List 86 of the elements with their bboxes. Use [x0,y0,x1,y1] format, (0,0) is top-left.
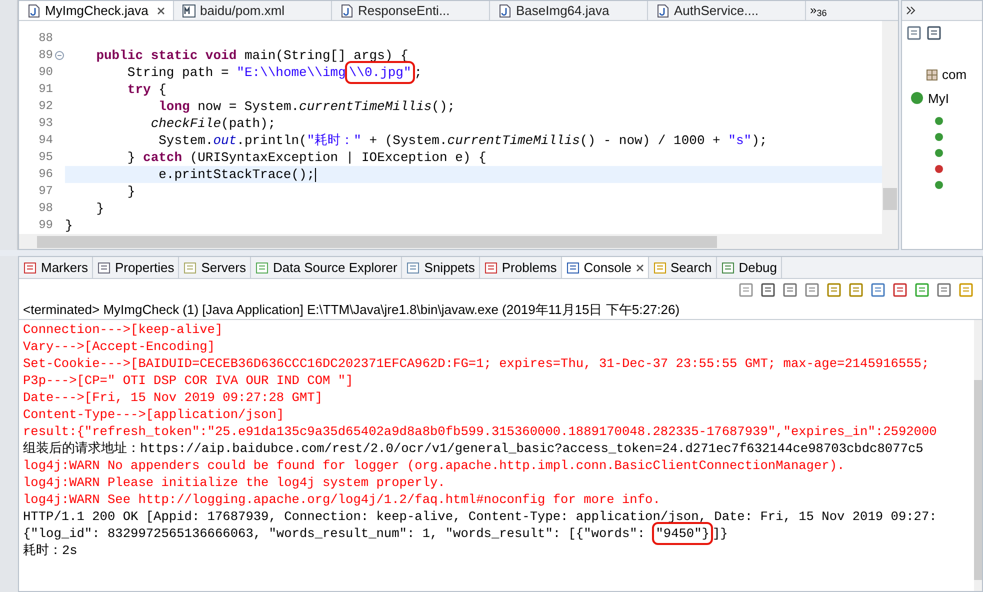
toolbar-icon[interactable] [826,282,842,298]
code-line: try { [126,81,168,98]
code-line: } [65,217,74,234]
console-line: Connection--->[keep-alive] [23,321,224,338]
view-tab[interactable]: Data Source Explorer [251,257,402,278]
code-line: } [126,183,136,200]
view-icon [96,260,111,274]
class-icon [910,91,924,106]
console-line: Vary--->[Accept-Encoding] [23,338,216,355]
console-line: Date--->[Fri, 15 Nov 2019 09:27:28 GMT] [23,389,324,406]
line-number: 97 [38,183,53,200]
line-number: 91 [38,81,53,98]
close-icon[interactable] [636,264,644,272]
toolbar-icon[interactable] [848,282,864,298]
vertical-scrollbar[interactable] [882,21,898,234]
view-tab[interactable]: Markers [19,257,93,278]
view-tab[interactable]: Search [648,257,717,278]
toolbar-icon[interactable] [782,282,798,298]
line-number: 96 [38,166,53,183]
line-number: 88 [38,30,53,47]
console-line: {"log_id": 8329972565136666063, "words_result_num": 1, "words_result": [{"words": "9450"} ]} [23,525,974,542]
java-file-icon [27,4,41,18]
java-file-icon [498,4,512,18]
line-number: 98 [38,200,53,217]
console-line: HTTP/1.1 200 OK [Appid: 17687939, Connection: keep-alive, Content-Type: application/json, Date: Fri, 15 Nov 2019 09:27: [23,508,938,525]
console-line: result:{"refresh_token":"25.e91da135c9a35d65402a9d8a8b0fb599.315360000.1889170048.282335-17687939","expires_in":2592000 [23,423,938,440]
view-tab[interactable]: Console [562,257,648,278]
view-tab[interactable]: Servers [179,257,251,278]
view-icon [566,260,580,274]
console-line: Content-Type--->[application/json] [23,406,286,423]
console-line: P3p--->[CP=" OTI DSP COR IVA OUR IND COM "] [23,372,354,389]
code-line: checkFile(path); [150,115,277,132]
code-line: String path = "E:\\home\\img \\0.jpg" ; [65,64,882,81]
view-icon [255,260,269,274]
view-tab[interactable]: Debug [716,257,782,278]
toolbar-icon[interactable] [760,282,776,298]
view-icon [720,260,735,274]
console-header: <terminated> MyImgCheck (1) [Java Application] E:\TTM\Java\jre1.8\bin\javaw.exe (2019年11月15日 下午5:27:26) [22,301,681,319]
code-line: System.out.println("耗时：" + (System.currentTimeMillis() - now) / 1000 + "s"); [158,132,768,149]
view-tab[interactable]: Snippets [402,257,480,278]
toolbar-icon[interactable] [906,25,922,41]
editor-tab[interactable]: baidu/pom.xml [174,1,332,20]
console-line: log4j:WARN Please initialize the log4j system properly. [23,474,446,491]
console-line: 耗时：2s [23,542,78,559]
console-line: 组装后的请求地址：https://aip.baidubce.com/rest/2.0/ocr/v1/general_basic?access_token=24.d271ec7f632144ce98703cbdc8077c5 [23,440,924,457]
editor-tab[interactable]: MyImgCheck.java [19,1,174,20]
line-number: 89 [38,47,53,64]
view-tab[interactable]: Properties [92,257,180,278]
java-file-icon [340,4,354,18]
toolbar-icon[interactable] [926,25,942,41]
line-number: 90 [38,64,53,81]
collapse-icon[interactable] [54,51,64,60]
code-line: long now = System.currentTimeMillis(); [158,98,456,115]
package-icon [926,68,938,81]
chevron-icon[interactable] [906,6,916,15]
editor-tab[interactable]: BaseImg64.java [490,1,648,20]
toolbar-icon[interactable] [870,282,886,298]
java-file-icon [656,4,670,18]
code-line: } catch (URISyntaxException | IOException e) { [126,149,488,166]
vertical-scrollbar[interactable] [974,320,982,591]
view-icon [652,260,666,274]
close-icon[interactable] [157,6,165,14]
line-number: 93 [38,115,53,132]
outline-item[interactable]: com [910,65,982,84]
line-number: 94 [38,132,53,149]
line-number: 95 [38,149,53,166]
view-icon [484,260,498,274]
console-line: log4j:WARN No appenders could be found for logger (org.apache.http.impl.conn.BasicClientConnectionManager). [23,457,846,474]
xml-file-icon [182,4,196,18]
console-line: Set-Cookie--->[BAIDUID=CECEB36D636CCC16DC202371EFCA962D:FG=1; expires=Thu, 31-Dec-37 23:55:55 GMT; max-age=2145916555; [23,355,930,372]
text-cursor [314,168,316,182]
outline-item[interactable]: MyI [910,88,982,108]
view-icon [406,260,420,274]
line-number: 92 [38,98,53,115]
view-icon [183,260,198,274]
editor-tab[interactable]: ResponseEnti... [332,1,490,20]
horizontal-scrollbar[interactable] [19,234,898,249]
code-line: } [95,200,106,217]
editor-tab[interactable]: AuthService.... [648,1,806,20]
toolbar-icon[interactable] [804,282,820,298]
toolbar-icon[interactable] [936,282,952,298]
toolbar-icon[interactable] [892,282,908,298]
view-icon [23,260,37,274]
line-number: 99 [38,217,53,234]
console-line: log4j:WARN See http://logging.apache.org/log4j/1.2/faq.html#noconfig for more info. [23,491,662,508]
view-tab[interactable]: Problems [480,257,562,278]
